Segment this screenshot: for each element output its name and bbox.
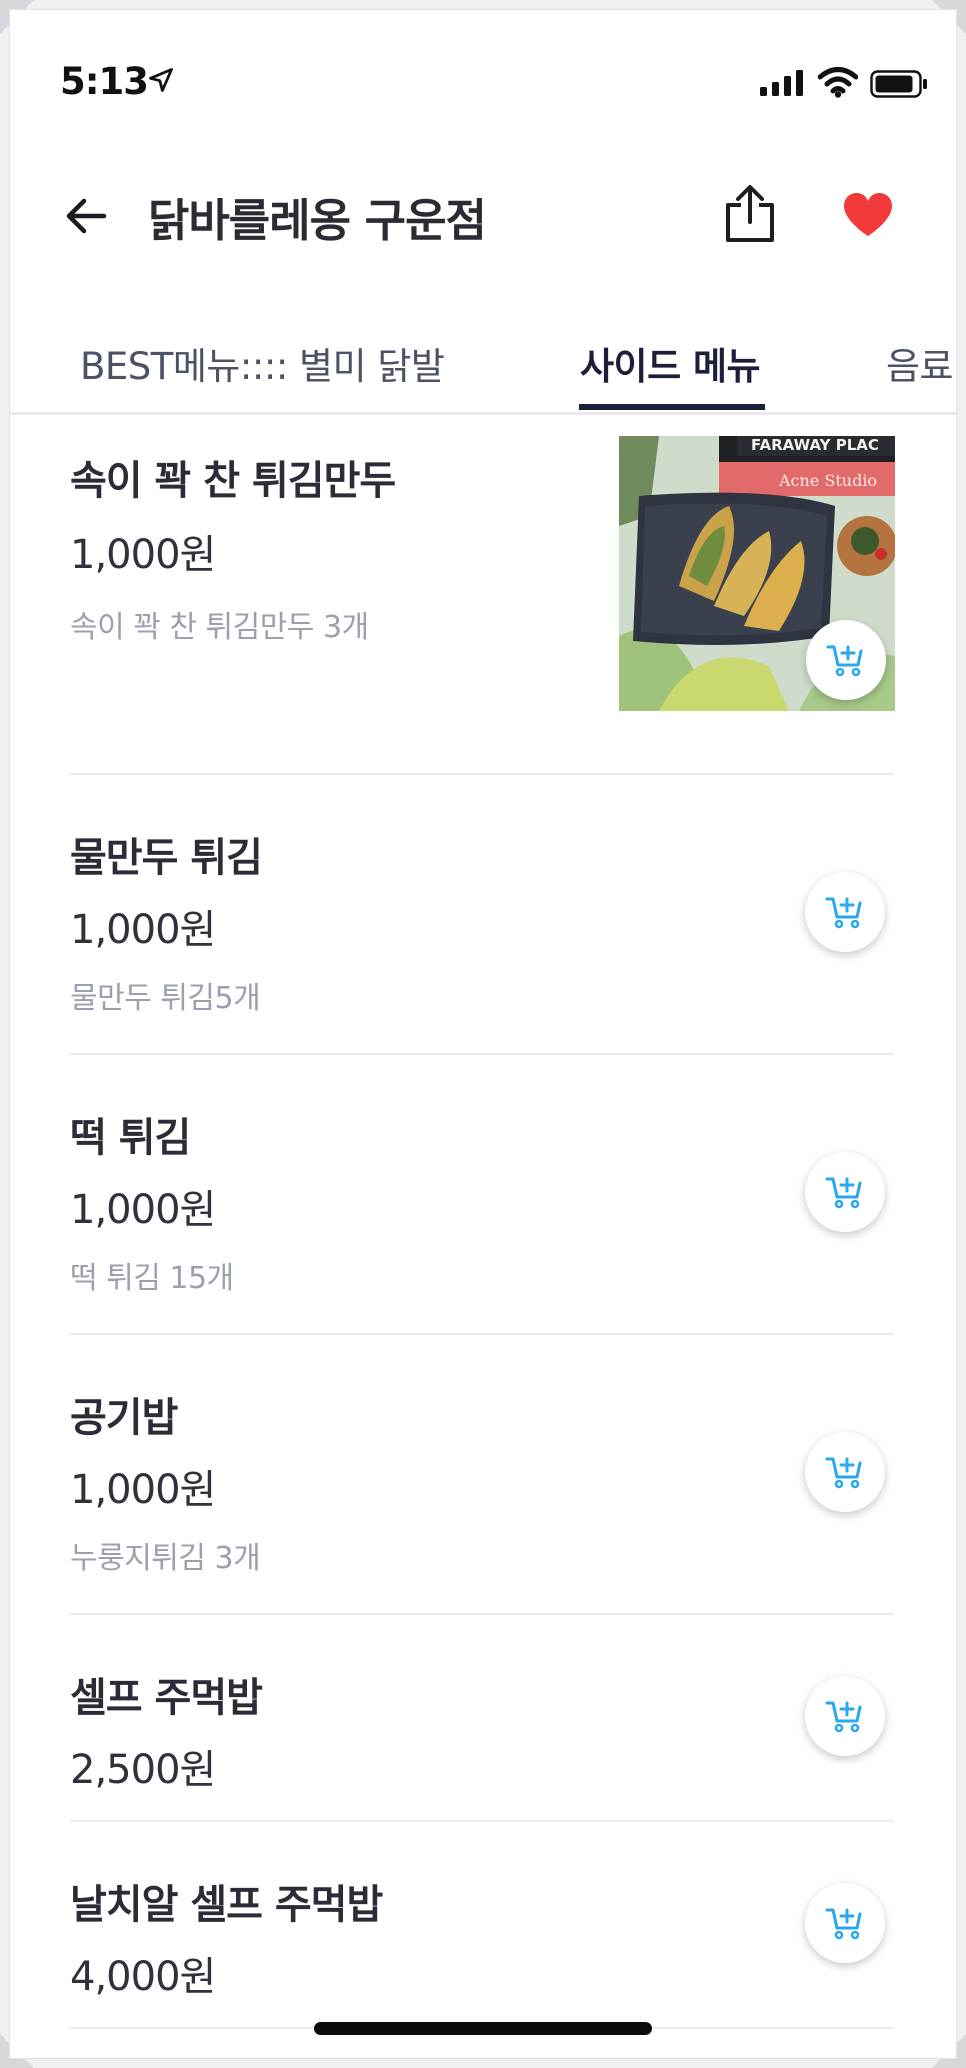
arrow-left-icon[interactable]	[64, 196, 108, 236]
menu-item-name: 공기밥	[70, 1395, 178, 1441]
food-photo[interactable]: FARAWAY PLAC Acne Studio	[619, 436, 895, 711]
status-bar: 5:13	[10, 10, 956, 150]
menu-item[interactable]: 물만두 튀김 1,000원 물만두 튀김5개	[70, 775, 894, 1055]
menu-item[interactable]: 공기밥 1,000원 누룽지튀김 3개	[70, 1335, 894, 1615]
menu-item[interactable]: 속이 꽉 찬 튀김만두 1,000원 속이 꽉 찬 튀김만두 3개 FARAWA…	[70, 412, 895, 775]
menu-item[interactable]: 떡 튀김 1,000원 떡 튀김 15개	[70, 1055, 894, 1335]
menu-item[interactable]: 날치알 셀프 주먹밥 4,000원	[70, 1822, 894, 2029]
menu-item-price: 1,000원	[70, 1467, 216, 1513]
menu-item-name: 셀프 주먹밥	[70, 1675, 263, 1721]
cart-add-icon	[825, 1908, 862, 1940]
tab-best-menu[interactable]: BEST메뉴:::: 별미 닭발	[80, 336, 445, 390]
menu-item-description: 물만두 튀김5개	[70, 981, 261, 1016]
photo-book-title: FARAWAY PLAC	[751, 436, 879, 454]
cart-add-icon	[825, 1457, 862, 1489]
menu-item-price: 1,000원	[70, 907, 216, 953]
tab-side-menu[interactable]: 사이드 메뉴	[580, 336, 761, 390]
status-time: 5:13	[60, 60, 149, 103]
active-tab-indicator	[579, 404, 765, 410]
cart-add-icon	[825, 897, 862, 929]
menu-item-description: 누룽지튀김 3개	[70, 1541, 261, 1576]
menu-item-name: 날치알 셀프 주먹밥	[70, 1882, 383, 1928]
menu-item-name: 떡 튀김	[70, 1115, 191, 1161]
add-to-cart-button[interactable]	[805, 872, 885, 952]
menu-item-price: 2,500원	[70, 1747, 216, 1793]
app-header: 닭바를레옹 구운점	[10, 160, 956, 270]
cart-add-icon	[826, 645, 863, 677]
menu-item-description: 속이 꽉 찬 튀김만두 3개	[70, 610, 369, 645]
share-icon[interactable]	[722, 184, 778, 244]
menu-item-name: 물만두 튀김	[70, 835, 263, 881]
menu-item-price: 1,000원	[70, 1187, 216, 1233]
tab-drinks[interactable]: 음료	[886, 336, 954, 390]
menu-item-description: 떡 튀김 15개	[70, 1261, 234, 1296]
add-to-cart-button[interactable]	[806, 620, 886, 700]
menu-item-price: 1,000원	[70, 532, 216, 578]
menu-list: 속이 꽉 찬 튀김만두 1,000원 속이 꽉 찬 튀김만두 3개 FARAWA…	[70, 412, 895, 2029]
cart-add-icon	[825, 1701, 862, 1733]
wifi-icon	[818, 67, 858, 98]
location-arrow-icon	[149, 68, 173, 92]
menu-item-price: 4,000원	[70, 1954, 216, 2000]
home-indicator[interactable]	[314, 2022, 652, 2035]
cart-add-icon	[825, 1177, 862, 1209]
photo-book-subtitle: Acne Studio	[778, 471, 877, 490]
add-to-cart-button[interactable]	[805, 1152, 885, 1232]
store-title: 닭바를레옹 구운점	[148, 194, 487, 247]
cellular-signal-icon	[760, 70, 803, 96]
category-tabs: BEST메뉴:::: 별미 닭발 사이드 메뉴 음료	[10, 300, 956, 415]
phone-screen: 5:13 닭바를레옹 구운점 BEST메뉴:::: 별미 닭발 사이드 메뉴 음…	[10, 10, 956, 2058]
heart-icon[interactable]	[842, 192, 894, 238]
menu-item-name: 속이 꽉 찬 튀김만두	[70, 458, 396, 504]
add-to-cart-button[interactable]	[805, 1676, 885, 1756]
add-to-cart-button[interactable]	[805, 1883, 885, 1963]
add-to-cart-button[interactable]	[805, 1432, 885, 1512]
menu-item[interactable]: 셀프 주먹밥 2,500원	[70, 1615, 894, 1822]
battery-icon	[870, 70, 927, 98]
